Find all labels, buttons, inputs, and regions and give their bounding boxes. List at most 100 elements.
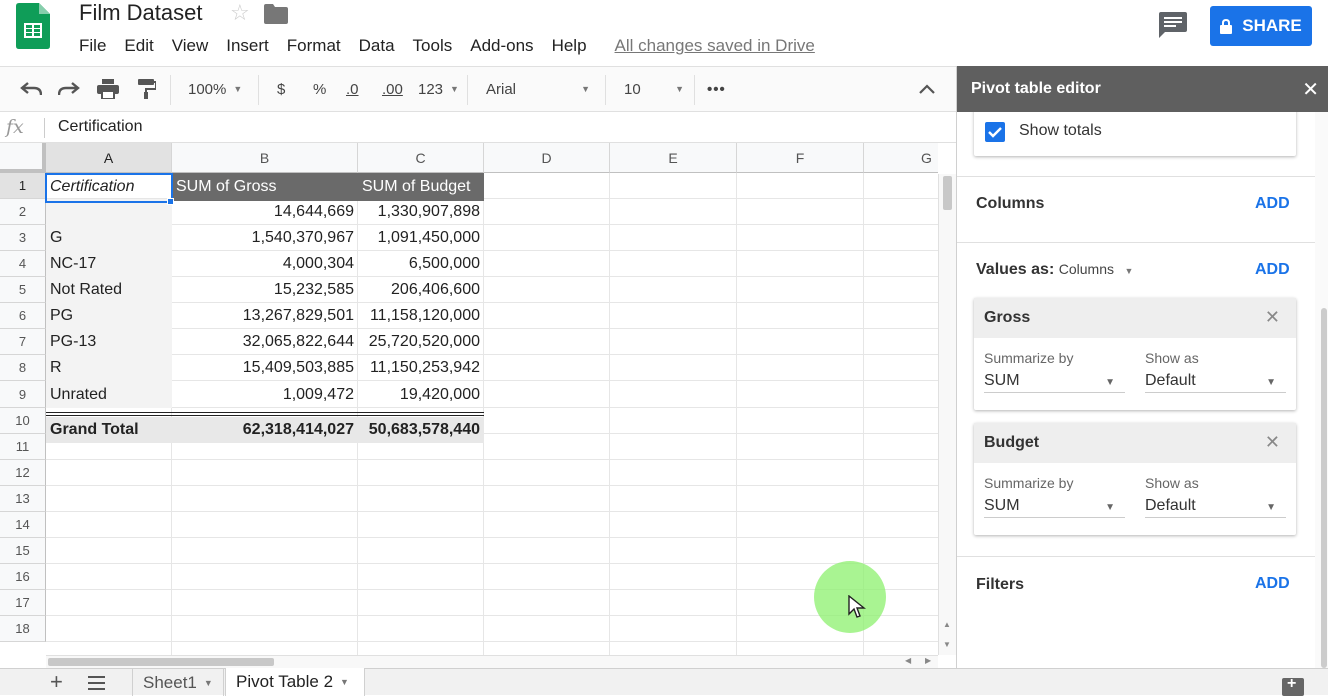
increase-decimals-button[interactable]: .00: [382, 67, 403, 111]
pivot-row-label-cell[interactable]: PG-13: [46, 329, 172, 355]
pivot-gross-cell[interactable]: 15,232,585: [172, 277, 358, 303]
pivot-row-label-cell[interactable]: Unrated: [46, 381, 172, 408]
vertical-scroll-thumb[interactable]: [943, 176, 952, 210]
close-icon[interactable]: ✕: [1302, 77, 1319, 102]
pivot-gross-cell[interactable]: 13,267,829,501: [172, 303, 358, 329]
pivot-budget-cell[interactable]: 1,330,907,898: [358, 199, 484, 225]
menu-help[interactable]: Help: [552, 36, 587, 58]
horizontal-scrollbar[interactable]: ◀ ▶: [46, 655, 938, 668]
row-header-5[interactable]: 5: [0, 277, 46, 303]
paint-format-icon[interactable]: [136, 67, 156, 111]
fill-handle[interactable]: [167, 198, 174, 205]
pivot-budget-cell[interactable]: 11,158,120,000: [358, 303, 484, 329]
column-header-g[interactable]: G: [864, 143, 938, 173]
row-header-13[interactable]: 13: [0, 486, 46, 512]
folder-icon[interactable]: [264, 4, 288, 24]
summarize-by-select[interactable]: SUM ▼: [984, 369, 1125, 393]
comments-icon[interactable]: [1159, 12, 1187, 38]
pivot-gross-cell[interactable]: 15,409,503,885: [172, 355, 358, 381]
row-header-3[interactable]: 3: [0, 225, 46, 251]
row-header-10[interactable]: 10: [0, 408, 46, 434]
panel-scrollbar[interactable]: [1315, 112, 1328, 668]
row-header-16[interactable]: 16: [0, 564, 46, 590]
scroll-left-arrow-icon[interactable]: ◀: [905, 656, 911, 665]
print-icon[interactable]: [97, 67, 119, 111]
font-size-select[interactable]: 10 ▼: [624, 67, 684, 111]
scroll-down-arrow-icon[interactable]: ▼: [943, 640, 951, 649]
menu-view[interactable]: View: [172, 36, 209, 58]
formula-input[interactable]: Certification: [58, 118, 142, 136]
pivot-budget-cell[interactable]: 6,500,000: [358, 251, 484, 277]
collapse-icon[interactable]: [919, 67, 935, 111]
pivot-row-label-cell[interactable]: NC-17: [46, 251, 172, 277]
row-header-2[interactable]: 2: [0, 199, 46, 225]
show-as-select[interactable]: Default ▼: [1145, 369, 1286, 393]
undo-icon[interactable]: [20, 67, 42, 111]
menu-file[interactable]: File: [79, 36, 106, 58]
sheet-tab-sheet1[interactable]: Sheet1 ▼: [132, 669, 224, 696]
row-header-14[interactable]: 14: [0, 512, 46, 538]
menu-format[interactable]: Format: [287, 36, 341, 58]
pivot-row-label-cell[interactable]: [46, 199, 172, 225]
grand-total-budget-cell[interactable]: 50,683,578,440: [358, 417, 484, 443]
more-options-button[interactable]: •••: [707, 67, 726, 111]
explore-icon[interactable]: +: [1282, 675, 1304, 696]
pivot-gross-cell[interactable]: 14,644,669: [172, 199, 358, 225]
close-icon[interactable]: ✕: [1265, 432, 1280, 453]
font-select[interactable]: Arial ▼: [486, 67, 590, 111]
redo-icon[interactable]: [58, 67, 80, 111]
horizontal-scroll-thumb[interactable]: [48, 658, 274, 666]
column-header-b[interactable]: B: [172, 143, 358, 173]
row-header-18[interactable]: 18: [0, 616, 46, 642]
pivot-header-cell-gross[interactable]: SUM of Gross: [172, 173, 358, 201]
scroll-up-arrow-icon[interactable]: ▲: [943, 620, 951, 629]
currency-format-button[interactable]: $: [277, 67, 285, 111]
row-header-17[interactable]: 17: [0, 590, 46, 616]
pivot-budget-cell[interactable]: 11,150,253,942: [358, 355, 484, 381]
all-sheets-icon[interactable]: [88, 676, 105, 690]
panel-scroll-thumb[interactable]: [1321, 308, 1327, 668]
pivot-budget-cell[interactable]: 1,091,450,000: [358, 225, 484, 251]
menu-insert[interactable]: Insert: [226, 36, 269, 58]
menu-tools[interactable]: Tools: [413, 36, 453, 58]
columns-add-button[interactable]: ADD: [1255, 195, 1290, 213]
pivot-budget-cell[interactable]: 25,720,520,000: [358, 329, 484, 355]
decrease-decimals-button[interactable]: .0: [346, 67, 359, 111]
sheet-tab-pivot-table-2[interactable]: Pivot Table 2 ▼: [225, 668, 365, 696]
pivot-row-label-cell[interactable]: PG: [46, 303, 172, 329]
grand-total-label-cell[interactable]: Grand Total: [46, 417, 172, 443]
close-icon[interactable]: ✕: [1265, 307, 1280, 328]
save-status-link[interactable]: All changes saved in Drive: [615, 36, 815, 58]
column-header-a[interactable]: A: [46, 143, 172, 173]
menu-addons[interactable]: Add-ons: [470, 36, 533, 58]
percent-format-button[interactable]: %: [313, 67, 326, 111]
row-header-11[interactable]: 11: [0, 434, 46, 460]
menu-edit[interactable]: Edit: [124, 36, 153, 58]
row-header-4[interactable]: 4: [0, 251, 46, 277]
pivot-budget-cell[interactable]: 206,406,600: [358, 277, 484, 303]
more-formats-select[interactable]: 123 ▼: [418, 67, 459, 111]
pivot-row-label-cell[interactable]: G: [46, 225, 172, 251]
pivot-budget-cell[interactable]: 19,420,000: [358, 381, 484, 408]
vertical-scrollbar[interactable]: ▲ ▼: [938, 174, 956, 655]
document-title[interactable]: Film Dataset: [79, 0, 202, 26]
pivot-gross-cell[interactable]: 1,009,472: [172, 381, 358, 408]
pivot-gross-cell[interactable]: 1,540,370,967: [172, 225, 358, 251]
row-header-6[interactable]: 6: [0, 303, 46, 329]
column-header-c[interactable]: C: [358, 143, 484, 173]
pivot-row-label-cell[interactable]: Not Rated: [46, 277, 172, 303]
pivot-row-label-cell[interactable]: R: [46, 355, 172, 381]
pivot-gross-cell[interactable]: 32,065,822,644: [172, 329, 358, 355]
pivot-header-cell-budget[interactable]: SUM of Budget: [358, 173, 484, 201]
pivot-header-cell-certification[interactable]: Certification: [46, 173, 172, 201]
scroll-right-arrow-icon[interactable]: ▶: [925, 656, 931, 665]
share-button[interactable]: SHARE: [1210, 6, 1312, 46]
column-header-f[interactable]: F: [737, 143, 864, 173]
row-header-1[interactable]: 1: [0, 173, 46, 199]
chevron-down-icon[interactable]: ▼: [1124, 266, 1133, 276]
add-sheet-icon[interactable]: +: [50, 671, 63, 693]
row-header-8[interactable]: 8: [0, 355, 46, 381]
row-header-9[interactable]: 9: [0, 381, 46, 408]
row-header-15[interactable]: 15: [0, 538, 46, 564]
sheets-logo-icon[interactable]: [16, 3, 50, 49]
